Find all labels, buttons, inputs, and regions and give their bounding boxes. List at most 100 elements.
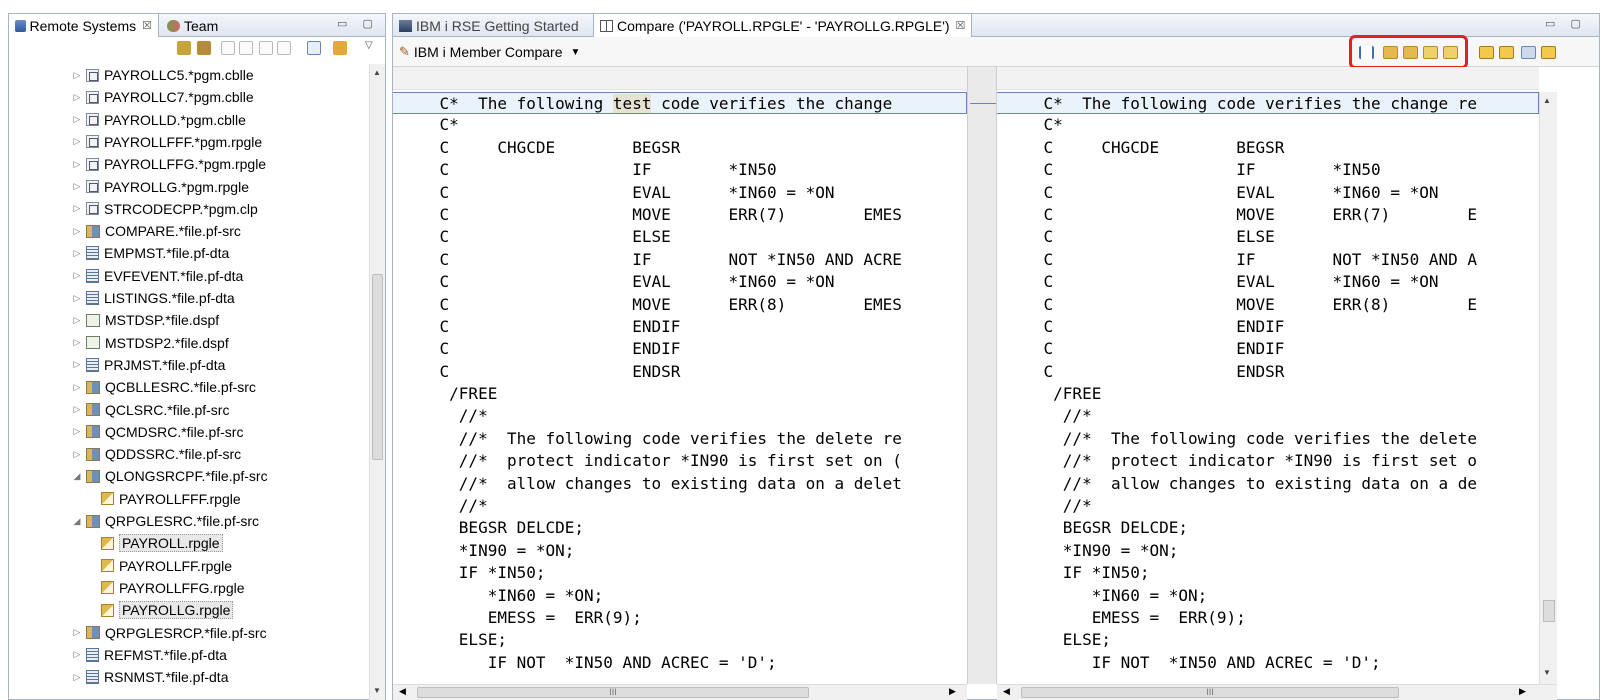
code-line[interactable]: C IF *IN50 — [997, 159, 1539, 181]
back-icon[interactable] — [221, 41, 235, 55]
right-horizontal-scrollbar[interactable]: ◀ III ▶ — [997, 684, 1557, 700]
code-line[interactable]: //* — [997, 405, 1539, 427]
right-code[interactable]: C* The following code verifies the chang… — [997, 92, 1539, 674]
expand-toggle-icon[interactable]: ▷ — [71, 226, 83, 237]
expand-toggle-icon[interactable]: ▷ — [71, 315, 83, 326]
expand-toggle-icon[interactable]: ▷ — [71, 136, 83, 147]
scroll-up-icon[interactable]: ▲ — [1543, 96, 1551, 105]
copy-left-to-right-icon[interactable] — [1383, 46, 1398, 59]
merge-icon[interactable] — [1541, 46, 1556, 59]
tree-item[interactable]: ◢ QRPGLESRC.*file.pf-src — [71, 510, 260, 532]
view-menu-icon[interactable]: ▽ — [365, 40, 373, 51]
tree-item[interactable]: ▷ QCLSRC.*file.pf-src — [71, 399, 230, 421]
code-line[interactable]: C ENDIF — [393, 338, 967, 360]
tree-item[interactable]: ▷ PAYROLLC5.*pgm.cblle — [71, 64, 254, 86]
code-line[interactable]: C ELSE — [393, 226, 967, 248]
scroll-right-icon[interactable]: ▶ — [949, 686, 956, 697]
expand-toggle-icon[interactable]: ◢ — [71, 516, 83, 527]
tree-item[interactable]: ▷ COMPARE.*file.pf-src — [71, 220, 241, 242]
expand-toggle-icon[interactable]: ▷ — [71, 672, 83, 683]
tree-item[interactable]: ▷ QRPGLESRCP.*file.pf-src — [71, 622, 267, 644]
compare-type-dropdown[interactable]: ✎ IBM i Member Compare ▼ — [399, 44, 580, 60]
filter-icon[interactable] — [197, 41, 211, 55]
code-line[interactable]: C EVAL *IN60 = *ON — [997, 271, 1539, 293]
scroll-up-icon[interactable]: ▲ — [373, 68, 381, 77]
tab-remote-systems[interactable]: Remote Systems ☒ — [9, 14, 159, 37]
code-line[interactable]: C ENDIF — [997, 316, 1539, 338]
view-window-controls[interactable]: ▭ ▢ — [337, 17, 379, 30]
code-line[interactable]: C ENDIF — [393, 316, 967, 338]
code-line[interactable]: C ENDSR — [393, 361, 967, 383]
code-line[interactable]: C MOVE ERR(7) E — [997, 204, 1539, 226]
tree-item[interactable]: ▷ STRCODECPP.*pgm.clp — [71, 198, 258, 220]
collapse-all-icon[interactable] — [307, 41, 321, 55]
left-compare-pane[interactable]: C* The following test code verifies the … — [393, 67, 967, 684]
expand-toggle-icon[interactable]: ◢ — [71, 471, 83, 482]
editor-vertical-scrollbar[interactable]: ▲ ▼ — [1539, 92, 1557, 684]
tab-rse-getting-started[interactable]: IBM i RSE Getting Started — [393, 14, 585, 37]
code-line[interactable]: C IF *IN50 — [393, 159, 967, 181]
code-line[interactable]: ELSE; — [393, 629, 967, 651]
scroll-left-icon[interactable]: ◀ — [399, 686, 406, 697]
tree-item[interactable]: PAYROLLFFF.rpgle — [101, 488, 241, 510]
code-line[interactable]: //* — [393, 495, 967, 517]
close-icon[interactable]: ☒ — [142, 19, 152, 32]
left-code[interactable]: C* The following test code verifies the … — [393, 92, 967, 674]
tab-team[interactable]: Team — [161, 14, 224, 37]
copy-all-icon[interactable] — [1359, 46, 1374, 59]
tree-item[interactable]: ▷ EMPMST.*file.pf-dta — [71, 242, 230, 264]
expand-toggle-icon[interactable]: ▷ — [71, 70, 83, 81]
code-line[interactable]: C MOVE ERR(7) EMES — [393, 204, 967, 226]
expand-toggle-icon[interactable]: ▷ — [71, 181, 83, 192]
expand-toggle-icon[interactable]: ▷ — [71, 270, 83, 281]
expand-toggle-icon[interactable]: ▷ — [71, 248, 83, 259]
code-line[interactable]: IF NOT *IN50 AND ACREC = 'D'; — [997, 652, 1539, 674]
expand-toggle-icon[interactable]: ▷ — [71, 649, 83, 660]
code-line[interactable]: BEGSR DELCDE; — [997, 517, 1539, 539]
code-line[interactable]: //* The following code verifies the dele… — [393, 428, 967, 450]
right-compare-pane[interactable]: C* The following code verifies the chang… — [997, 67, 1539, 684]
tree-item[interactable]: ▷ LISTINGS.*file.pf-dta — [71, 287, 235, 309]
scroll-down-icon[interactable]: ▼ — [1543, 668, 1551, 677]
code-line[interactable]: *IN90 = *ON; — [997, 540, 1539, 562]
scroll-right-icon[interactable]: ▶ — [1519, 686, 1526, 697]
expand-toggle-icon[interactable]: ▷ — [71, 293, 83, 304]
expand-toggle-icon[interactable]: ▷ — [71, 114, 83, 125]
forward-icon[interactable] — [239, 41, 253, 55]
code-line[interactable]: //* protect indicator *IN90 is first set… — [393, 450, 967, 472]
code-line[interactable]: C MOVE ERR(8) EMES — [393, 294, 967, 316]
code-line[interactable]: C IF NOT *IN50 AND ACRE — [393, 249, 967, 271]
code-line[interactable]: IF *IN50; — [393, 562, 967, 584]
code-line[interactable]: //* — [393, 405, 967, 427]
tree-item[interactable]: PAYROLL.rpgle — [101, 532, 223, 554]
scroll-thumb[interactable] — [1543, 600, 1555, 622]
expand-toggle-icon[interactable]: ▷ — [71, 449, 83, 460]
tree-item[interactable]: ▷ EVFEVENT.*file.pf-dta — [71, 265, 244, 287]
code-line[interactable]: C IF NOT *IN50 AND A — [997, 249, 1539, 271]
tree-item[interactable]: ▷ MSTDSP.*file.dspf — [71, 309, 220, 331]
home-icon[interactable] — [259, 41, 273, 55]
code-line[interactable]: *IN60 = *ON; — [393, 585, 967, 607]
tab-compare[interactable]: Compare ('PAYROLL.RPGLE' - 'PAYROLLG.RPG… — [593, 14, 973, 37]
code-line[interactable]: //* protect indicator *IN90 is first set… — [997, 450, 1539, 472]
code-line[interactable]: *IN60 = *ON; — [997, 585, 1539, 607]
code-line[interactable]: C* The following code verifies the chang… — [997, 92, 1539, 115]
code-line[interactable]: EMESS = ERR(9); — [997, 607, 1539, 629]
code-line[interactable]: C EVAL *IN60 = *ON — [393, 271, 967, 293]
copy-right-to-left-icon[interactable] — [1403, 46, 1418, 59]
previous-difference-icon[interactable] — [1443, 46, 1458, 59]
next-change-icon[interactable] — [1479, 46, 1494, 59]
expand-toggle-icon[interactable]: ▷ — [71, 382, 83, 393]
expand-toggle-icon[interactable]: ▷ — [71, 337, 83, 348]
code-line[interactable]: /FREE — [997, 383, 1539, 405]
code-line[interactable]: C EVAL *IN60 = *ON — [393, 182, 967, 204]
expand-toggle-icon[interactable]: ▷ — [71, 426, 83, 437]
code-line[interactable]: //* — [997, 495, 1539, 517]
code-line[interactable]: //* The following code verifies the dele… — [997, 428, 1539, 450]
editor-window-controls[interactable]: ▭ ▢ — [1545, 17, 1587, 30]
tree-item[interactable]: PAYROLLG.rpgle — [101, 599, 234, 621]
tree-item[interactable]: ▷ PAYROLLFFG.*pgm.rpgle — [71, 153, 267, 175]
code-line[interactable]: C CHGCDE BEGSR — [393, 137, 967, 159]
refresh-icon[interactable] — [277, 41, 291, 55]
code-line[interactable]: C ENDIF — [997, 338, 1539, 360]
